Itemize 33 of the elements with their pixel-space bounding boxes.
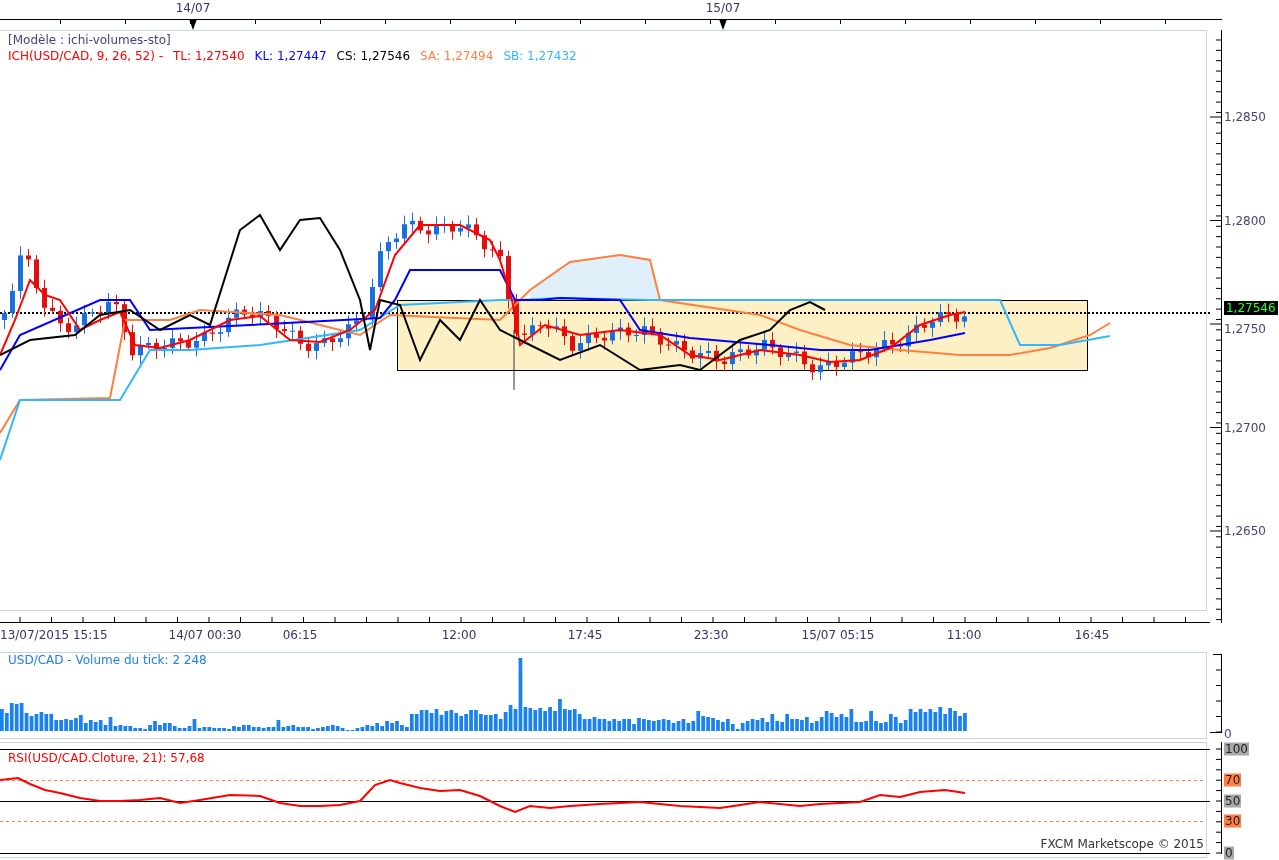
axis-label: 0 [1224,727,1232,741]
level-badge: 0 [1224,846,1234,860]
time-label: 13/07/2015 15:15 [0,628,108,642]
current-price-badge: 1,27546 [1224,301,1278,315]
time-label: 06:15 [282,628,318,642]
price-label: 1,2750 [1224,322,1266,336]
price-label: 1,2650 [1224,524,1266,538]
level-badge: 70 [1224,773,1242,787]
price-label: 1,2700 [1224,420,1266,435]
level-badge: 30 [1224,814,1242,828]
level-badge: 50 [1224,794,1242,808]
volume-title: USD/CAD - Volume du tick: 2 248 [8,653,207,667]
indicator-value: ICH(USD/CAD, 9, 26, 52) - [8,48,164,64]
time-label: 12:00 [441,628,477,642]
rsi-title: RSI(USD/CAD.Cloture, 21): 57,68 [8,751,205,765]
price-label: 1,2800 [1224,213,1266,228]
time-label: 23:30 [693,628,729,642]
time-label: 17:45 [567,628,603,642]
copyright-text: FXCM Marketscope © 2015 [1040,837,1204,851]
level-badge: 100 [1224,742,1249,756]
time-label: 14/07 00:30 [168,628,242,642]
time-label: 11:00 [946,628,982,642]
date-label: 14/07 [175,1,211,15]
indicator-value: TL: 1,27540 [173,48,245,64]
date-label: 15/07 [705,1,741,15]
indicator-value: SA: 1,27494 [420,48,494,64]
indicator-value: SB: 1,27432 [503,48,577,64]
template-label: [Modèle : ichi-volumes-sto] [8,32,172,48]
price-label: 1,2850 [1224,110,1266,124]
time-label: 15/07 05:15 [801,628,875,642]
time-label: 16:45 [1074,628,1110,642]
indicator-value: CS: 1,27546 [336,48,411,64]
indicator-value: KL: 1,27447 [254,48,327,64]
